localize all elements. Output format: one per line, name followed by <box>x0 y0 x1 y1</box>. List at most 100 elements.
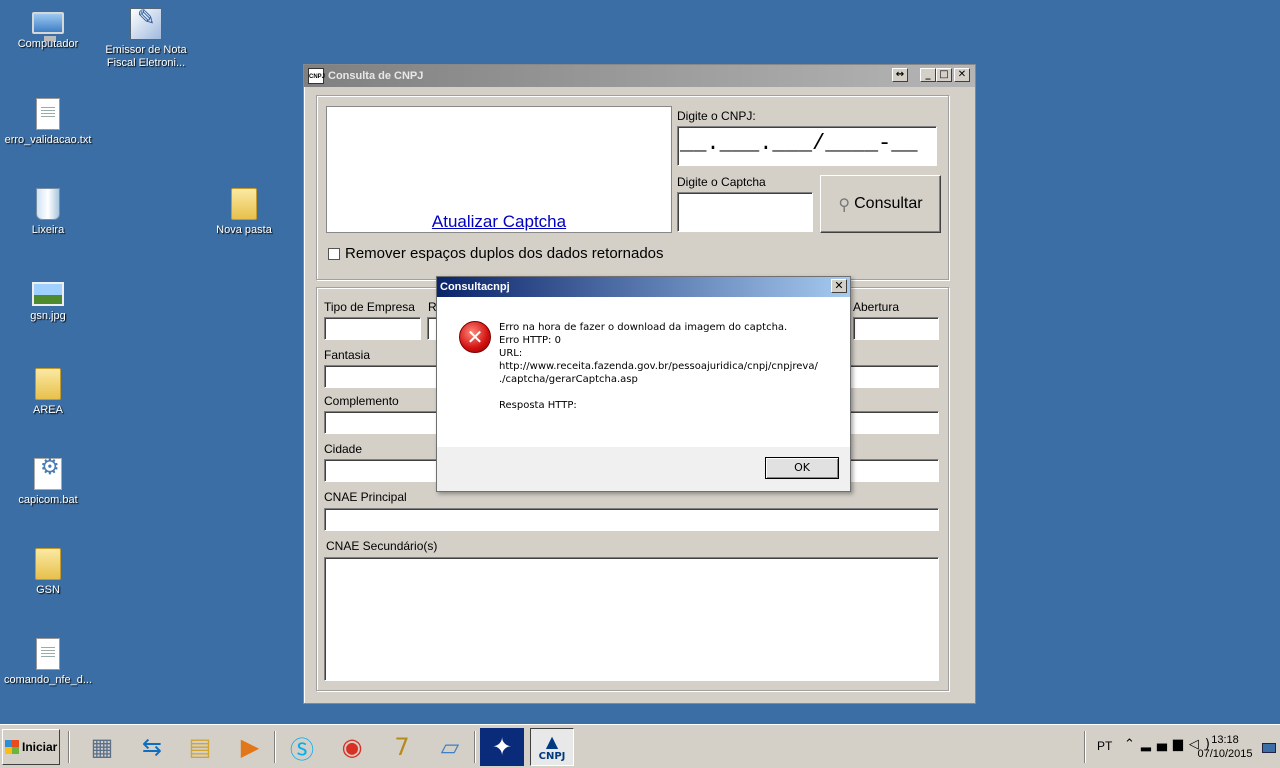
minimize-button[interactable]: _ <box>920 68 936 82</box>
media-player-icon[interactable]: ▶ <box>228 728 272 766</box>
winrar-icon[interactable]: 7 <box>380 728 424 766</box>
remove-spaces-label: Remover espaços duplos dos dados retorna… <box>345 245 664 262</box>
dialog-message-line: http://www.receita.fazenda.gov.br/pessoa… <box>499 361 818 372</box>
error-dialog: Consultacnpj ✕ ✕ Erro na hora de fazer o… <box>436 276 851 492</box>
star-app-icon[interactable]: ✦ <box>480 728 524 766</box>
taskbar-separator <box>474 731 476 763</box>
dialog-titlebar[interactable]: Consultacnpj ✕ <box>437 277 850 297</box>
dialog-title: Consultacnpj <box>440 281 510 293</box>
cnae-principal-field[interactable] <box>324 508 939 531</box>
consult-button-label: Consultar <box>854 195 923 212</box>
desktop-icon-label: Emissor de Nota Fiscal Eletroni... <box>105 44 187 69</box>
captcha-label: Digite o Captcha <box>677 175 766 189</box>
show-desktop-icon[interactable] <box>1262 743 1276 753</box>
fantasia-label: Fantasia <box>324 348 371 362</box>
maximize-button[interactable]: □ <box>936 68 952 82</box>
refresh-captcha-link[interactable]: Atualizar Captcha <box>327 212 671 232</box>
window-titlebar[interactable]: CNPJ Consulta de CNPJ ↔ _ □ ✕ <box>304 65 975 87</box>
desktop-icon-nova-pasta[interactable]: Nova pasta <box>196 188 292 237</box>
clock-date: 07/10/2015 <box>1197 748 1253 760</box>
desktop-icon-label: erro_validacao.txt <box>4 134 92 146</box>
cidade-label: Cidade <box>324 442 363 456</box>
complemento-label: Complemento <box>324 394 399 408</box>
desktop-icon-label: comando_nfe_d... <box>3 674 93 686</box>
resize-button[interactable]: ↔ <box>892 68 908 82</box>
tipo-empresa-field[interactable] <box>324 317 421 340</box>
skype-icon[interactable]: Ⓢ <box>280 728 324 766</box>
dialog-message-line: Resposta HTTP: <box>499 400 577 411</box>
desktop-icon-lixeira[interactable]: Lixeira <box>0 188 96 237</box>
desktop-icon-comando-nfe[interactable]: comando_nfe_d... <box>0 638 96 687</box>
desktop-icon-capicom[interactable]: capicom.bat <box>0 458 96 507</box>
text-file-icon <box>36 638 60 670</box>
desktop-icon-label: Nova pasta <box>216 224 272 236</box>
show-hidden-icons-icon[interactable]: ⌃ <box>1124 737 1141 752</box>
cnpj-input[interactable]: __.___.___/____-__ <box>677 126 937 166</box>
dialog-message-line: ./captcha/gerarCaptcha.asp <box>499 374 638 385</box>
cnpj-taskbar-glyph: ▲ <box>545 732 559 751</box>
cnpj-app-icon: CNPJ <box>308 68 325 84</box>
cnae-secundario-label: CNAE Secundário(s) <box>326 539 438 553</box>
folder-icon <box>35 368 61 400</box>
clock[interactable]: 13:18 07/10/2015 <box>1190 733 1260 761</box>
chrome-icon[interactable]: ◉ <box>330 728 374 766</box>
dialog-close-button[interactable]: ✕ <box>831 279 847 293</box>
window-title: Consulta de CNPJ <box>328 70 424 82</box>
ok-button[interactable]: OK <box>765 457 839 479</box>
desktop-icon-area[interactable]: AREA <box>0 368 96 417</box>
desktop-icon-gsn-jpg[interactable]: gsn.jpg <box>0 278 96 323</box>
desktop-icon-erro-validacao[interactable]: erro_validacao.txt <box>0 98 96 147</box>
start-button[interactable]: Iniciar <box>2 729 60 765</box>
error-icon: ✕ <box>459 321 491 353</box>
desktop-icon-emissor-nfe[interactable]: Emissor de Nota Fiscal Eletroni... <box>98 8 194 70</box>
tipo-empresa-label: Tipo de Empresa <box>324 300 415 314</box>
dialog-message-line: Erro HTTP: 0 <box>499 335 561 346</box>
remove-spaces-checkbox[interactable] <box>328 248 340 260</box>
cnpj-label: Digite o CNPJ: <box>677 109 756 123</box>
desktop-icon-label: Lixeira <box>31 224 65 236</box>
desktop-icon-label: capicom.bat <box>18 494 78 506</box>
cnae-secundario-field[interactable] <box>324 557 939 681</box>
cnpj-taskbar-label: CNPJ <box>538 751 566 762</box>
taskbar: Iniciar ▦ ⇆ ▤ ▶ Ⓢ ◉ 7 ▱ ✦ ▲ CNPJ PT ⌃▂▄▆… <box>0 724 1280 768</box>
captcha-image: Atualizar Captcha <box>326 106 672 233</box>
dialog-message: Erro na hora de fazer o download da imag… <box>499 321 818 412</box>
consult-button[interactable]: ⚲ Consultar <box>820 175 941 233</box>
recycle-bin-icon <box>36 188 60 220</box>
folder-icon <box>231 188 257 220</box>
notepad-icon[interactable]: ▱ <box>428 728 472 766</box>
taskbar-separator <box>1084 731 1086 763</box>
network-icon[interactable]: ▂▄▆ <box>1141 737 1189 752</box>
batch-file-icon <box>34 458 62 490</box>
clock-time: 13:18 <box>1211 734 1239 746</box>
desktop-icon-label: GSN <box>36 584 60 596</box>
file-explorer-icon[interactable]: ▤ <box>178 728 222 766</box>
folder-icon <box>35 548 61 580</box>
cnae-principal-label: CNAE Principal <box>324 490 407 504</box>
teamviewer-icon[interactable]: ⇆ <box>130 728 174 766</box>
abertura-label: Abertura <box>853 300 900 314</box>
dialog-message-line: Erro na hora de fazer o download da imag… <box>499 322 788 333</box>
nfe-app-icon <box>130 8 162 40</box>
language-indicator[interactable]: PT <box>1097 739 1112 753</box>
start-label: Iniciar <box>22 740 58 754</box>
computer-icon <box>32 12 64 41</box>
captcha-input[interactable] <box>677 192 813 232</box>
search-icon: ⚲ <box>838 194 851 214</box>
dialog-message-line <box>499 386 818 399</box>
cnpj-taskbar-button[interactable]: ▲ CNPJ <box>530 728 574 766</box>
abertura-field[interactable] <box>853 317 939 340</box>
taskbar-separator <box>274 731 276 763</box>
desktop-icon-label: gsn.jpg <box>30 310 66 322</box>
image-file-icon <box>32 282 64 306</box>
dialog-body: ✕ Erro na hora de fazer o download da im… <box>437 297 850 447</box>
windows-logo-icon <box>5 740 19 754</box>
dialog-message-line: URL: <box>499 348 523 359</box>
desktop-icon-computador[interactable]: Computador <box>0 8 96 51</box>
close-button[interactable]: ✕ <box>954 68 970 82</box>
query-group: Atualizar Captcha Digite o CNPJ: __.___.… <box>316 95 949 280</box>
desktop-icon-gsn[interactable]: GSN <box>0 548 96 597</box>
desktop-icon-label: AREA <box>33 404 63 416</box>
taskbar-separator <box>68 731 70 763</box>
calculator-icon[interactable]: ▦ <box>80 728 124 766</box>
